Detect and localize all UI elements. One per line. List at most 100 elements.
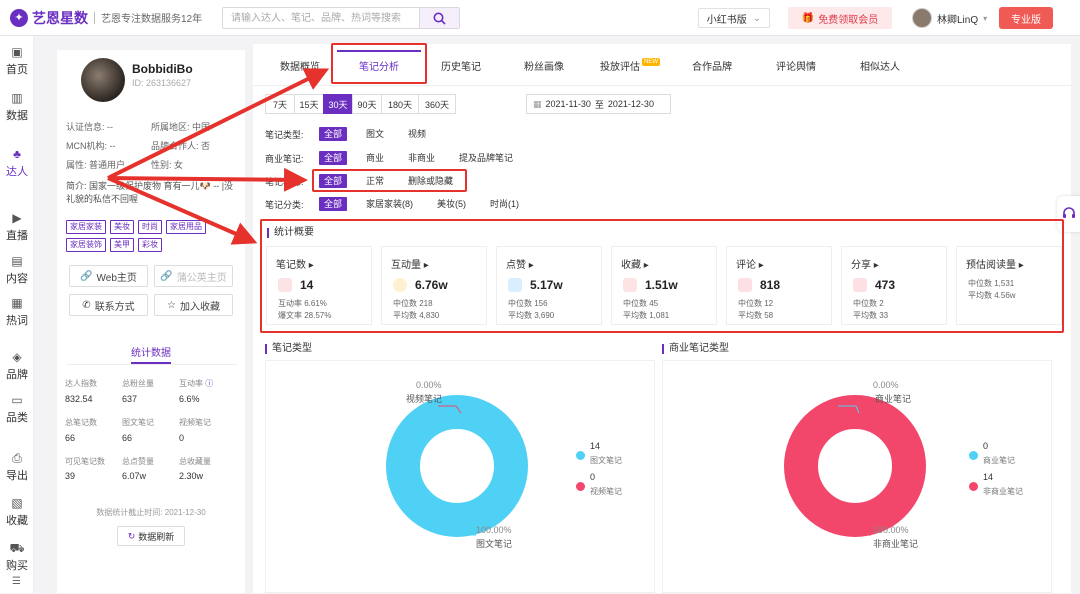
commercial-donut — [784, 395, 926, 537]
range-7d[interactable]: 7天 — [265, 94, 295, 114]
legend-name: 视频笔记 — [590, 487, 622, 496]
top-bar: ✦ 艺恩星数 艺恩专注数据服务12年 小红书版 ⌄ 🎁 免费领取会员 林卿Lin… — [0, 0, 1080, 36]
stats-underline — [131, 362, 171, 364]
tab-ad-evaluation[interactable]: 投放评估 NEW — [591, 44, 669, 86]
filter-note-type: 笔记类型: 全部 图文 视频 — [265, 127, 445, 141]
tag[interactable]: 家居装饰 — [66, 238, 106, 252]
legend-value: 14 — [983, 472, 994, 482]
date-to: 2021-12-30 — [607, 99, 654, 109]
nav-label: 达人 — [6, 165, 28, 178]
refresh-data-button[interactable]: ↻ 数据刷新 — [117, 526, 185, 546]
logo-icon: ✦ — [10, 8, 28, 27]
stat-value: 66 — [65, 433, 76, 443]
filter-option[interactable]: 视频 — [403, 127, 431, 141]
cert-info: 认证信息: -- — [66, 122, 113, 132]
nav-bookmark[interactable]: ▧ 收藏 — [0, 491, 34, 533]
filter-option[interactable]: 商业 — [361, 151, 389, 165]
web-homepage-button[interactable]: 🔗 Web主页 — [69, 265, 148, 287]
legend-dot — [576, 482, 585, 491]
filter-option[interactable]: 提及品牌笔记 — [454, 151, 518, 165]
live-icon: ▶ — [12, 210, 22, 225]
kol-intro: 简介: 国家一级保护废物 育有一儿🐶 -- |没礼貌的私信不回喔 — [66, 181, 234, 204]
kol-name: BobbidiBo — [132, 62, 193, 76]
stat-label: 总笔记数 — [65, 418, 97, 427]
tab-history-notes[interactable]: 历史笔记 — [428, 44, 494, 86]
logo[interactable]: ✦ 艺恩星数 艺恩专注数据服务12年 — [10, 0, 202, 36]
nav-content[interactable]: ▤ 内容 — [0, 249, 34, 291]
range-360d[interactable]: 360天 — [418, 94, 456, 114]
people-icon: ♣ — [13, 146, 21, 161]
nav-brand[interactable]: ◈ 品牌 — [0, 345, 34, 387]
stat-value: 2.30w — [179, 471, 204, 481]
user-name: 林卿LinQ — [937, 14, 979, 26]
nav-kol[interactable]: ♣ 达人 — [0, 142, 34, 184]
tab-overview[interactable]: 数据概览 — [265, 44, 335, 86]
date-to-word: 至 — [594, 99, 604, 110]
tag[interactable]: 彩妆 — [138, 238, 162, 252]
free-vip-button[interactable]: 🎁 免费领取会员 — [788, 7, 892, 29]
tab-similar-kol[interactable]: 相似达人 — [847, 44, 913, 86]
nav-data[interactable]: ▥ 数据 — [0, 86, 34, 128]
stat-label: 互动率 ⓘ — [179, 379, 214, 388]
nav-export[interactable]: ⎙ 导出 — [0, 446, 34, 488]
tab-fan-profile[interactable]: 粉丝画像 — [511, 44, 577, 86]
pugongying-label: 蒲公英主页 — [176, 272, 227, 284]
platform-select[interactable]: 小红书版 ⌄ — [698, 8, 770, 28]
filter-option[interactable]: 全部 — [319, 197, 348, 211]
nav-cart[interactable]: ⛟ 购买 — [0, 536, 34, 578]
filter-label: 商业笔记: — [265, 153, 304, 164]
tag[interactable]: 时尚 — [138, 220, 162, 234]
new-badge: NEW — [642, 58, 660, 66]
tag[interactable]: 美甲 — [110, 238, 134, 252]
filter-option[interactable]: 全部 — [319, 127, 348, 141]
tag[interactable]: 家居家装 — [66, 220, 106, 234]
filter-option[interactable]: 家居家装(8) — [361, 197, 418, 211]
nav-home[interactable]: ▣ 首页 — [0, 40, 34, 82]
add-favorite-button[interactable]: ☆ 加入收藏 — [154, 294, 233, 316]
nav-live[interactable]: ▶ 直播 — [0, 206, 34, 248]
stat-label: 总粉丝量 — [122, 379, 154, 388]
tag-list: 家居家装 美妆 时尚 家居用品 家居装饰 美甲 彩妆 — [66, 220, 241, 252]
calendar-icon: ▦ — [533, 98, 542, 109]
filter-option[interactable]: 美妆(5) — [432, 197, 471, 211]
tab-label: 投放评估 — [600, 61, 640, 73]
tab-comment-sentiment[interactable]: 评论舆情 — [763, 44, 829, 86]
filter-option[interactable]: 时尚(1) — [485, 197, 524, 211]
filter-option[interactable]: 全部 — [319, 151, 348, 165]
range-30d[interactable]: 30天 — [323, 94, 353, 114]
search-button[interactable] — [419, 8, 459, 28]
profile-panel: BobbidiBo ID: 263136627 认证信息: -- 所属地区: 中… — [57, 50, 245, 593]
date-range-picker[interactable]: ▦ 2021-11-30 至 2021-12-30 — [526, 94, 671, 114]
filter-label: 笔记分类: — [265, 199, 304, 210]
search-input[interactable] — [223, 8, 419, 28]
attr-info: 属性: 普通用户 — [66, 160, 126, 170]
cart-icon: ⛟ — [9, 540, 25, 555]
contact-label: 联系方式 — [94, 301, 135, 313]
left-nav: ▣ 首页 ▥ 数据 ♣ 达人 ▶ 直播 ▤ 内容 ▦ 热词 ◈ 品牌 ▭ 品类 ⎙ 导出 ▧ 收藏 … — [0, 36, 34, 593]
range-90d[interactable]: 90天 — [352, 94, 382, 114]
filter-option[interactable]: 非商业 — [403, 151, 440, 165]
nav-label: 直播 — [6, 229, 28, 242]
user-menu[interactable]: 林卿LinQ ▾ — [912, 6, 987, 30]
bottom-label: 图文笔记 — [476, 539, 513, 549]
top-percent: 0.00% — [416, 380, 442, 390]
pro-version-button[interactable]: 专业版 — [999, 7, 1053, 29]
tag[interactable]: 美妆 — [110, 220, 134, 234]
nav-category[interactable]: ▭ 品类 — [0, 388, 34, 430]
refresh-label: 数据刷新 — [138, 531, 175, 542]
legend-name: 图文笔记 — [590, 456, 622, 465]
filter-option[interactable]: 图文 — [361, 127, 389, 141]
bottom-percent: 100.00% — [873, 525, 909, 535]
tag[interactable]: 家居用品 — [166, 220, 206, 234]
pugongying-button[interactable]: 🔗 蒲公英主页 — [154, 265, 233, 287]
range-180d[interactable]: 180天 — [381, 94, 419, 114]
range-15d[interactable]: 15天 — [294, 94, 324, 114]
top-percent: 0.00% — [873, 380, 899, 390]
stat-label: 总点赞量 — [122, 457, 154, 466]
tab-partner-brands[interactable]: 合作品牌 — [679, 44, 745, 86]
list-icon[interactable]: ☰ — [12, 576, 21, 587]
nav-label: 购买 — [6, 559, 28, 572]
nav-hotword[interactable]: ▦ 热词 — [0, 291, 34, 333]
contact-button[interactable]: ✆ 联系方式 — [69, 294, 148, 316]
note-type-chart-title: 笔记类型 — [265, 344, 312, 354]
